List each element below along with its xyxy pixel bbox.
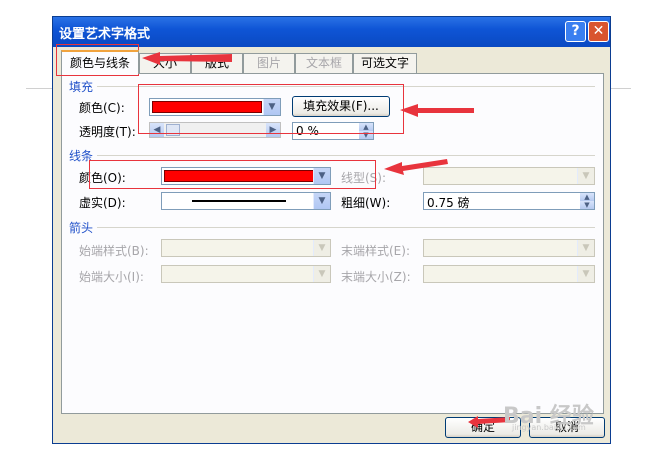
- tab-picture: 图片: [243, 53, 295, 73]
- chevron-down-icon: ▼: [313, 266, 330, 282]
- weight-spinner[interactable]: 0.75 磅 ▲ ▼: [423, 192, 595, 210]
- end-style-dropdown: ▼: [423, 239, 595, 257]
- chevron-down-icon: ▼: [577, 266, 594, 282]
- chevron-down-icon: ▼: [313, 240, 330, 256]
- document-guide-line: [611, 88, 631, 89]
- chevron-down-icon: ▼: [577, 168, 594, 184]
- end-size-label: 末端大小(Z):: [341, 270, 411, 284]
- weight-label: 粗细(W):: [341, 196, 391, 210]
- end-size-dropdown: ▼: [423, 265, 595, 283]
- spin-up-icon[interactable]: ▲: [580, 193, 594, 201]
- begin-size-dropdown: ▼: [161, 265, 331, 283]
- dash-label: 虚实(D):: [79, 196, 126, 210]
- arrows-section-divider: [97, 227, 595, 228]
- solid-line-preview: [192, 200, 286, 202]
- title-bar[interactable]: 设置艺术字格式 ? ✕: [53, 17, 610, 47]
- tab-textbox: 文本框: [295, 53, 353, 73]
- annotation-box-line-color: [89, 160, 376, 189]
- weight-value: 0.75 磅: [427, 196, 470, 210]
- tab-colors-and-lines[interactable]: 颜色与线条: [61, 50, 139, 74]
- tab-layout[interactable]: 版式: [191, 53, 243, 73]
- watermark-subtext: jingyan.baidu.com: [512, 423, 586, 432]
- format-wordart-dialog: 设置艺术字格式 ? ✕ 颜色与线条 大小 版式 图片 文本框 可选文字 填充 颜…: [52, 16, 611, 444]
- chevron-down-icon: ▼: [577, 240, 594, 256]
- document-guide-line: [26, 88, 52, 89]
- begin-style-label: 始端样式(B):: [79, 244, 149, 258]
- begin-style-dropdown: ▼: [161, 239, 331, 257]
- dialog-title: 设置艺术字格式: [59, 27, 151, 42]
- line-style-dropdown: ▼: [423, 167, 595, 185]
- arrows-section-heading: 箭头: [69, 221, 94, 235]
- help-button[interactable]: ?: [565, 21, 586, 42]
- transparency-label: 透明度(T):: [79, 125, 136, 139]
- fill-section-heading: 填充: [69, 80, 94, 94]
- line-section-divider: [97, 155, 595, 156]
- begin-size-label: 始端大小(I):: [79, 270, 144, 284]
- tab-size[interactable]: 大小: [139, 53, 191, 73]
- dash-dropdown[interactable]: ▼: [161, 192, 331, 210]
- end-style-label: 末端样式(E):: [341, 244, 410, 258]
- spin-down-icon[interactable]: ▼: [580, 201, 594, 209]
- chevron-down-icon[interactable]: ▼: [313, 193, 330, 209]
- annotation-box-fill-effects: [138, 84, 404, 134]
- tab-alt-text[interactable]: 可选文字: [353, 53, 417, 73]
- fill-color-label: 颜色(C):: [79, 101, 125, 115]
- close-button[interactable]: ✕: [588, 21, 609, 42]
